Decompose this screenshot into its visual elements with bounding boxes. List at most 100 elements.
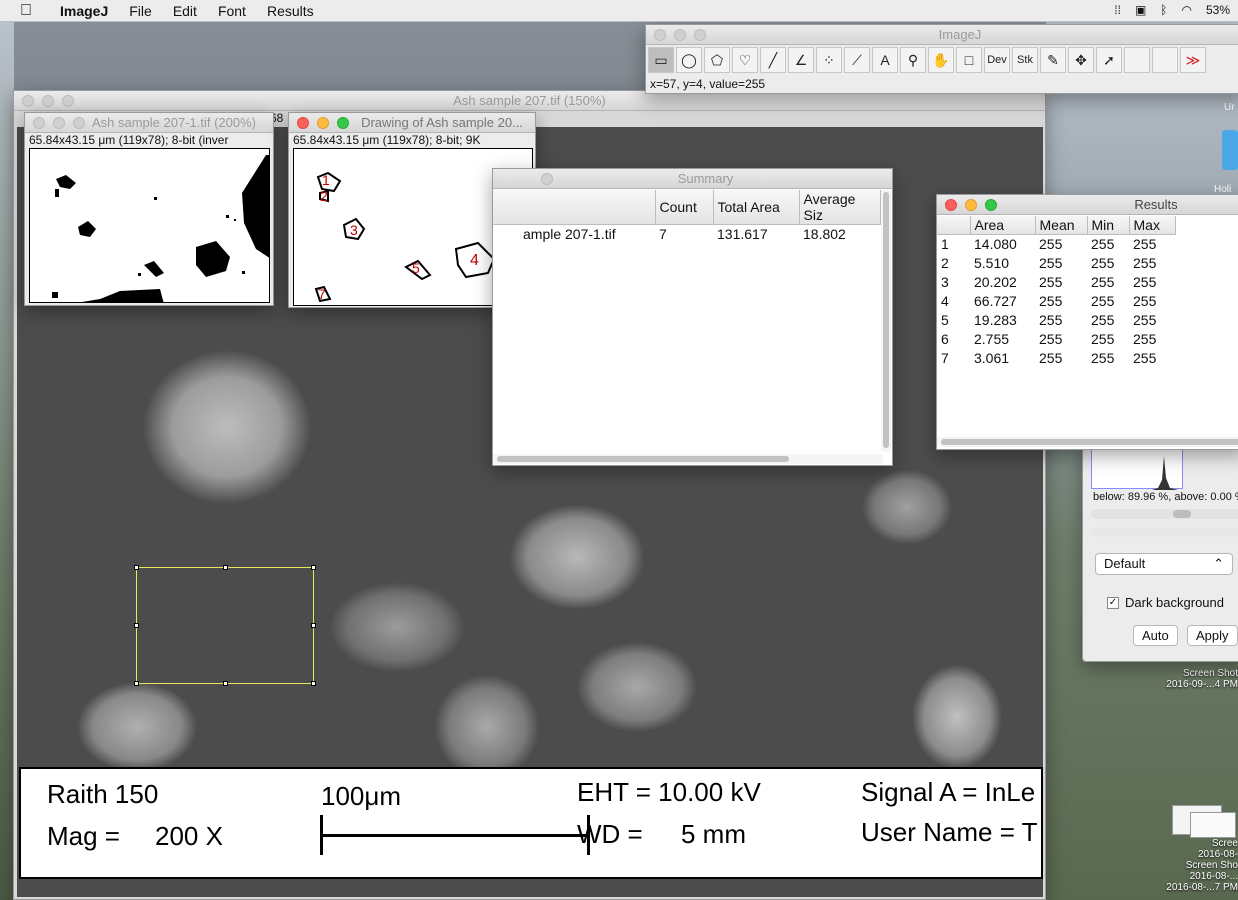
column-header[interactable]: Average Siz [799,190,881,225]
minimize-button[interactable] [965,199,977,211]
battery-percent[interactable]: 53% [1206,3,1230,17]
app-menu[interactable]: ImageJ [60,3,108,19]
close-button[interactable] [541,173,553,185]
main-window-titlebar[interactable]: Ash sample 207.tif (150%) [14,91,1045,111]
desktop-folder-icon[interactable] [1222,130,1238,170]
table-row[interactable]: 5 19.283 255 255 255 [937,311,1175,330]
angle-icon[interactable]: ∠ [788,47,814,73]
stack-menu-icon[interactable]: Stk [1012,47,1038,73]
arrow-icon[interactable]: ➚ [1096,47,1122,73]
threshold-slider[interactable] [1091,527,1238,537]
zoom-button[interactable] [694,29,706,41]
rectangle-icon[interactable]: ▭ [648,47,674,73]
vertical-scrollbar[interactable] [881,190,891,452]
roi-handle[interactable] [223,565,228,570]
column-header[interactable] [937,216,971,235]
desktop-file-label[interactable]: Screen Shot 2016-09-...4 PM [1150,668,1238,690]
scrollbar-thumb[interactable] [497,456,789,462]
menu-extra-icon[interactable]: ⁞⁞ [1114,3,1121,17]
polygon-icon[interactable]: ⬠ [704,47,730,73]
hand-icon[interactable]: ✋ [928,47,954,73]
minimize-button[interactable] [42,95,54,107]
close-button[interactable] [33,117,45,129]
table-row[interactable]: ample 207-1.tif 7 131.617 18.802 [493,225,881,244]
close-button[interactable] [297,117,309,129]
bluetooth-icon[interactable]: ᛒ [1160,3,1167,17]
column-header[interactable]: Area [970,216,1036,235]
scrollbar-thumb[interactable] [941,439,1238,445]
table-cell: 255 [1039,255,1063,271]
network-icon[interactable]: ▣ [1135,3,1146,17]
freehand-icon[interactable]: ♡ [732,47,758,73]
brush-icon[interactable]: ✎ [1040,47,1066,73]
zoom-button[interactable] [73,117,85,129]
line-icon[interactable]: ╱ [760,47,786,73]
minimize-button[interactable] [53,117,65,129]
close-button[interactable] [945,199,957,211]
roi-handle[interactable] [311,681,316,686]
summary-window-titlebar[interactable]: Summary [493,169,892,189]
column-header[interactable]: Max [1129,216,1176,235]
table-row[interactable]: 2 5.510 255 255 255 [937,254,1175,273]
drawing-window-titlebar[interactable]: Drawing of Ash sample 20... [289,113,535,133]
oval-icon[interactable]: ◯ [676,47,702,73]
zoom-button[interactable] [985,199,997,211]
point-icon[interactable]: ⁘ [816,47,842,73]
roi-handle[interactable] [134,623,139,628]
magnifier-icon[interactable]: ⚲ [900,47,926,73]
table-row[interactable]: 4 66.727 255 255 255 [937,292,1175,311]
table-cell: 255 [1091,293,1115,309]
menu-file[interactable]: File [129,3,152,19]
apple-menu-icon[interactable]:  [20,2,38,19]
close-button[interactable] [654,29,666,41]
column-header[interactable]: Min [1087,216,1130,235]
toolbar-window-titlebar[interactable]: ImageJ [646,25,1238,45]
flood-fill-icon[interactable]: ✥ [1068,47,1094,73]
roi-handle[interactable] [311,623,316,628]
checkbox-checked-icon[interactable]: ✓ [1107,596,1119,609]
roi-rectangle[interactable] [134,565,316,686]
menu-results[interactable]: Results [267,3,314,19]
column-header[interactable] [493,190,656,225]
text-icon[interactable]: A [872,47,898,73]
menu-edit[interactable]: Edit [173,3,197,19]
column-header[interactable]: Count [655,190,714,225]
dark-background-checkbox[interactable]: ✓ Dark background [1107,595,1224,610]
minimize-button[interactable] [317,117,329,129]
more-tools-icon[interactable]: ≫ [1180,47,1206,73]
slider-thumb[interactable] [1173,510,1191,518]
apply-button[interactable]: Apply [1187,625,1238,646]
column-header[interactable]: Total Area [713,190,800,225]
table-row[interactable]: 3 20.202 255 255 255 [937,273,1175,292]
binary-window-titlebar[interactable]: Ash sample 207-1.tif (200%) [25,113,273,133]
zoom-button[interactable] [62,95,74,107]
roi-handle[interactable] [134,565,139,570]
menu-font[interactable]: Font [218,3,246,19]
table-row[interactable]: 7 3.061 255 255 255 [937,349,1175,368]
desktop-file-label[interactable]: Scree 2016-08- Screen Sho 2016-08-... 20… [1140,838,1238,893]
close-button[interactable] [22,95,34,107]
roi-handle[interactable] [311,565,316,570]
color-picker-icon[interactable]: □ [956,47,982,73]
screenshot-thumbnail-icon[interactable] [1190,812,1236,838]
table-row[interactable]: 6 2.755 255 255 255 [937,330,1175,349]
column-header[interactable]: Mean [1035,216,1088,235]
horizontal-scrollbar[interactable] [493,454,883,464]
method-select[interactable]: Default ⌃ [1095,553,1233,575]
binary-image-canvas[interactable] [29,148,270,303]
table-row[interactable]: 1 14.080 255 255 255 [937,235,1175,254]
wand-icon[interactable]: ⟋ [844,47,870,73]
horizontal-scrollbar[interactable] [937,437,1238,447]
developer-menu-icon[interactable]: Dev [984,47,1010,73]
zoom-button[interactable] [337,117,349,129]
minimize-button[interactable] [674,29,686,41]
auto-button[interactable]: Auto [1133,625,1178,646]
scrollbar-thumb[interactable] [883,192,889,448]
roi-handle[interactable] [223,681,228,686]
roi-handle[interactable] [134,681,139,686]
empty-slot-icon[interactable] [1124,47,1150,73]
wifi-icon[interactable]: ◠ [1181,3,1191,17]
results-window-titlebar[interactable]: Results [937,195,1238,215]
empty-slot-icon[interactable] [1152,47,1178,73]
threshold-slider[interactable] [1091,509,1238,519]
